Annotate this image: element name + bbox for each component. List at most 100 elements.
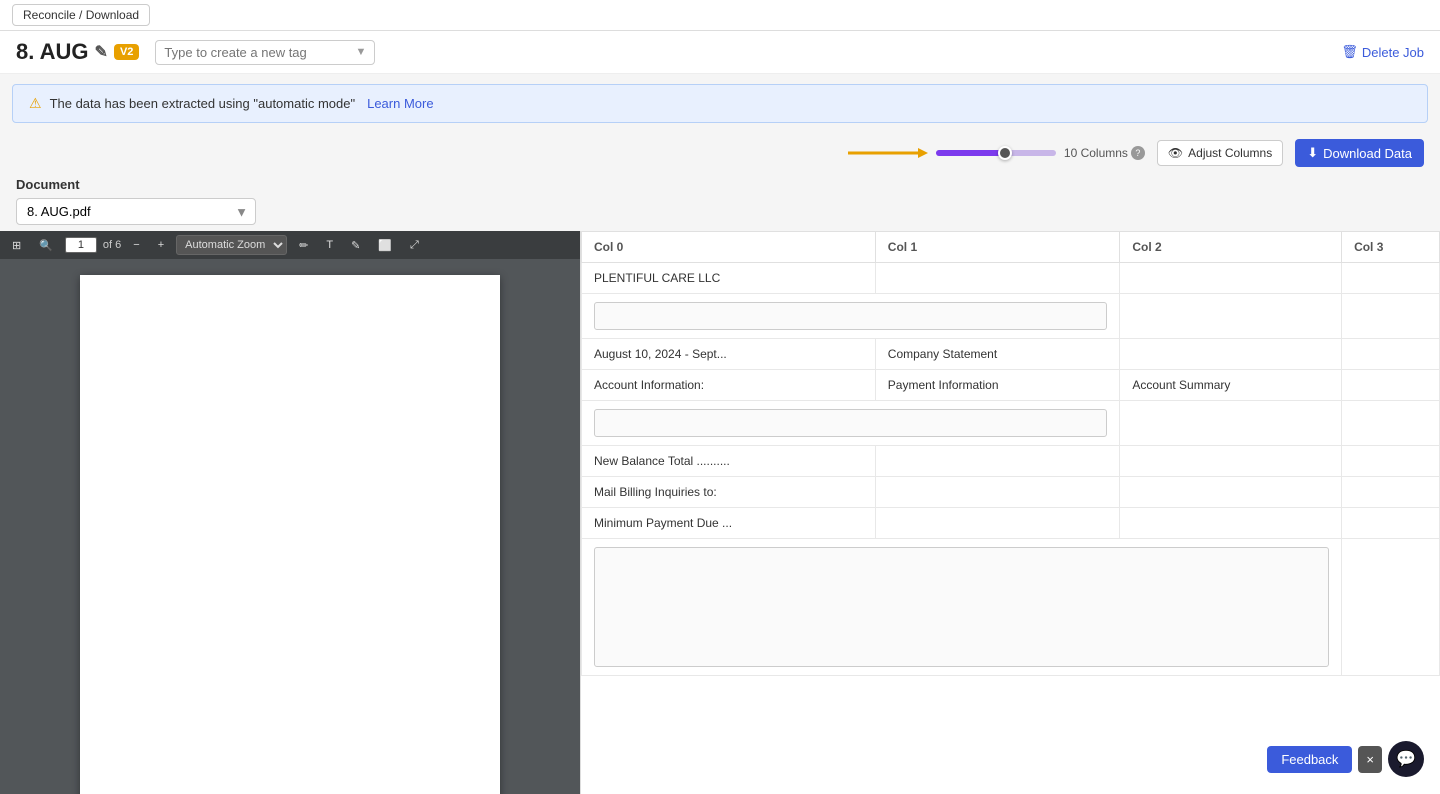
data-table: Col 0 Col 1 Col 2 Col 3 PLENTIFUL CARE L…: [581, 231, 1440, 676]
pdf-toolbar: ⊞ 🔍 of 6 − + Automatic Zoom ✏ T ✎ ⬜ ⤢: [0, 231, 580, 259]
header-row: 8. AUG ✎ V2 ▼ 🗑 Delete Job: [0, 31, 1440, 74]
pdf-page: August 10, 2024 - September 09, 2024: [80, 275, 500, 794]
cell-7-0[interactable]: Minimum Payment Due ...: [582, 508, 876, 539]
pdf-zoom-out[interactable]: −: [127, 236, 145, 254]
pdf-zoom-select[interactable]: Automatic Zoom: [176, 235, 287, 255]
top-nav: Reconcile / Download: [0, 0, 1440, 31]
cell-7-1: [875, 508, 1120, 539]
download-data-button[interactable]: ⬇ Download Data: [1295, 139, 1424, 167]
table-row: Account Information: Payment Information…: [582, 370, 1440, 401]
table-row: [582, 401, 1440, 446]
pdf-content: August 10, 2024 - September 09, 2024: [0, 259, 580, 794]
toolbar-row: 10 Columns ? 👁 Adjust Columns ⬇ Download…: [0, 133, 1440, 173]
adjust-columns-label: Adjust Columns: [1188, 146, 1272, 160]
download-icon: ⬇: [1307, 145, 1318, 161]
tag-input[interactable]: [164, 45, 355, 60]
table-row: August 10, 2024 - Sept... Company Statem…: [582, 339, 1440, 370]
cell-5-2: [1120, 446, 1342, 477]
pdf-sidebar-toggle[interactable]: ⊞: [6, 236, 27, 255]
cell-1-3: [1342, 294, 1440, 339]
cell-5-1: [875, 446, 1120, 477]
feedback-close-button[interactable]: ×: [1358, 746, 1382, 773]
cell-6-0[interactable]: Mail Billing Inquiries to:: [582, 477, 876, 508]
main-content: ⊞ 🔍 of 6 − + Automatic Zoom ✏ T ✎ ⬜ ⤢ Au…: [0, 231, 1440, 794]
document-select-wrap: 8. AUG.pdf ▼: [16, 198, 256, 225]
cell-4-3: [1342, 401, 1440, 446]
cell-4-2: [1120, 401, 1342, 446]
table-row: Mail Billing Inquiries to:: [582, 477, 1440, 508]
cell-6-3: [1342, 477, 1440, 508]
warning-icon: ⚠: [29, 95, 42, 112]
cell-2-2: [1120, 339, 1342, 370]
pdf-viewer: ⊞ 🔍 of 6 − + Automatic Zoom ✏ T ✎ ⬜ ⤢ Au…: [0, 231, 580, 794]
cell-box-row[interactable]: [582, 294, 1120, 339]
cell-3-3: [1342, 370, 1440, 401]
title-text: 8. AUG: [16, 39, 89, 65]
document-section: Document 8. AUG.pdf ▼: [0, 173, 1440, 231]
reconcile-download-btn[interactable]: Reconcile / Download: [12, 4, 150, 26]
pdf-text-tool[interactable]: T: [320, 236, 339, 254]
arrow-graphic: [848, 143, 928, 163]
table-row: [582, 294, 1440, 339]
pdf-edit-tool[interactable]: ✎: [345, 236, 366, 255]
table-row: New Balance Total ..........: [582, 446, 1440, 477]
tag-input-wrap: ▼: [155, 40, 375, 65]
pdf-image-tool[interactable]: ⬜: [372, 236, 398, 255]
pdf-expand-tool[interactable]: ⤢: [404, 236, 425, 255]
cell-0-0[interactable]: PLENTIFUL CARE LLC: [582, 263, 876, 294]
pdf-draw-tool[interactable]: ✏: [293, 236, 314, 255]
table-row: [582, 539, 1440, 676]
col-header-0: Col 0: [582, 232, 876, 263]
pdf-search-btn[interactable]: 🔍: [33, 236, 59, 255]
chevron-down-icon[interactable]: ▼: [356, 46, 367, 58]
alert-banner: ⚠ The data has been extracted using "aut…: [12, 84, 1428, 123]
learn-more-link[interactable]: Learn More: [367, 96, 433, 111]
cell-6-2: [1120, 477, 1342, 508]
pdf-zoom-in[interactable]: +: [152, 236, 170, 254]
download-data-label: Download Data: [1323, 146, 1412, 161]
cell-box-row-2[interactable]: [582, 401, 1120, 446]
page-title: 8. AUG ✎ V2: [16, 39, 139, 65]
version-badge: V2: [114, 44, 139, 60]
document-label: Document: [16, 177, 1424, 192]
trash-icon: 🗑: [1341, 44, 1358, 60]
cell-box[interactable]: [594, 302, 1107, 330]
alert-message: The data has been extracted using "autom…: [50, 96, 356, 111]
cell-3-1[interactable]: Payment Information: [875, 370, 1120, 401]
cell-2-0[interactable]: August 10, 2024 - Sept...: [582, 339, 876, 370]
chat-bubble-button[interactable]: 💬: [1388, 741, 1424, 777]
cell-3-0[interactable]: Account Information:: [582, 370, 876, 401]
help-icon[interactable]: ?: [1131, 146, 1145, 160]
cell-2-3: [1342, 339, 1440, 370]
chat-icon: 💬: [1396, 749, 1416, 769]
cell-7-2: [1120, 508, 1342, 539]
columns-slider[interactable]: [936, 150, 1056, 156]
cell-large-box[interactable]: [582, 539, 1342, 676]
feedback-wrap: Feedback × 💬: [1267, 741, 1424, 777]
delete-job-button[interactable]: 🗑 Delete Job: [1341, 44, 1424, 60]
col-header-3: Col 3: [1342, 232, 1440, 263]
delete-job-label: Delete Job: [1362, 45, 1424, 60]
cell-large-box-inner[interactable]: [594, 547, 1329, 667]
cell-2-1[interactable]: Company Statement: [875, 339, 1120, 370]
document-select[interactable]: 8. AUG.pdf: [16, 198, 256, 225]
feedback-button[interactable]: Feedback: [1267, 746, 1352, 773]
edit-icon[interactable]: ✎: [95, 42, 108, 62]
pdf-page-input[interactable]: [65, 237, 97, 253]
col-header-1: Col 1: [875, 232, 1120, 263]
cell-6-1: [875, 477, 1120, 508]
data-table-wrap: Col 0 Col 1 Col 2 Col 3 PLENTIFUL CARE L…: [580, 231, 1440, 794]
cell-5-0[interactable]: New Balance Total ..........: [582, 446, 876, 477]
eye-icon: 👁: [1168, 146, 1183, 160]
cell-1-2: [1120, 294, 1342, 339]
cell-0-3: [1342, 263, 1440, 294]
cell-box-2[interactable]: [594, 409, 1107, 437]
cell-3-2[interactable]: Account Summary: [1120, 370, 1342, 401]
columns-label: 10 Columns ?: [1064, 146, 1145, 160]
pdf-page-count: of 6: [103, 239, 121, 251]
cell-0-1: [875, 263, 1120, 294]
table-row: PLENTIFUL CARE LLC: [582, 263, 1440, 294]
adjust-columns-button[interactable]: 👁 Adjust Columns: [1157, 140, 1283, 166]
table-row: Minimum Payment Due ...: [582, 508, 1440, 539]
table-header-row: Col 0 Col 1 Col 2 Col 3: [582, 232, 1440, 263]
